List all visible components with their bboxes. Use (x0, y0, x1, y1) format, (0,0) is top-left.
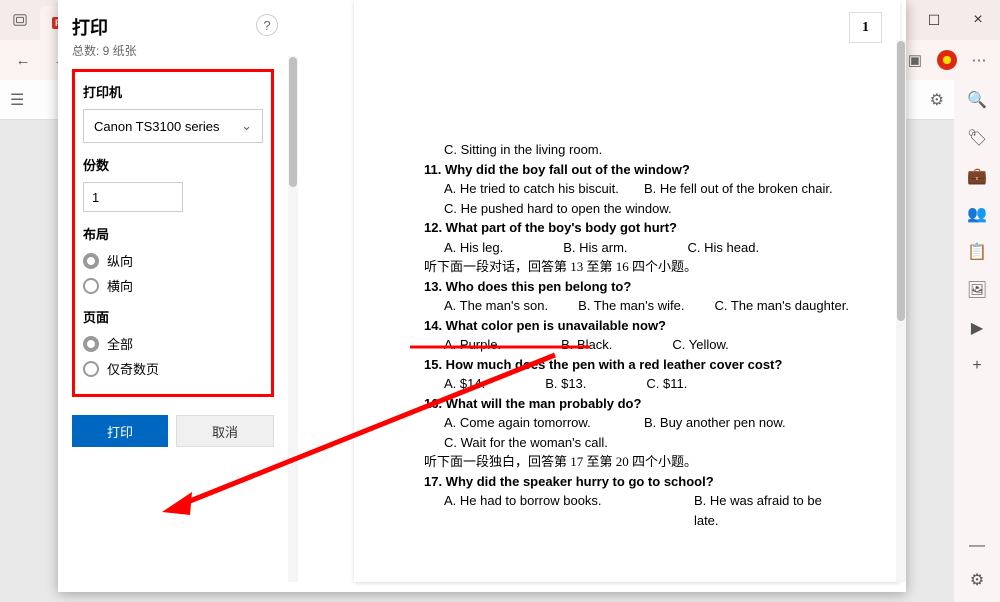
chevron-down-icon: ⌄ (241, 118, 252, 134)
radio-unchecked-icon (83, 361, 99, 377)
radio-checked-icon (83, 253, 99, 269)
briefcase-icon[interactable]: 💼 (965, 164, 989, 188)
printer-dropdown[interactable]: Canon TS3100 series ⌄ (83, 109, 263, 143)
close-window-button[interactable]: × (956, 0, 1000, 40)
flag-icon[interactable] (932, 45, 962, 75)
layout-portrait-radio[interactable]: 纵向 (83, 251, 263, 270)
layout-landscape-radio[interactable]: 横向 (83, 276, 263, 295)
gear-icon[interactable]: ⚙ (965, 568, 989, 592)
printer-label: 打印机 (83, 82, 263, 101)
image-icon[interactable]: 🖼 (965, 278, 989, 302)
tab-collection-icon[interactable] (0, 13, 40, 27)
dialog-title: 打印 (72, 14, 274, 40)
layout-label: 布局 (83, 224, 263, 243)
maximize-button[interactable]: ☐ (912, 0, 956, 40)
search-icon[interactable]: 🔍 (965, 88, 989, 112)
settings-icon[interactable]: ⚙ (930, 90, 944, 110)
right-sidebar: 🔍 🏷 💼 👥 📋 🖼 ▶ + — ⚙ (954, 80, 1000, 602)
highlighted-settings-box: 打印机 Canon TS3100 series ⌄ 份数 布局 纵向 横向 页面… (72, 69, 274, 397)
print-preview-page: 1 C. Sitting in the living room. 11. Why… (354, 0, 900, 582)
menu-button[interactable]: ⋯ (964, 45, 994, 75)
pages-all-radio[interactable]: 全部 (83, 334, 263, 353)
print-dialog: 打印 总数: 9 纸张 ? 打印机 Canon TS3100 series ⌄ … (58, 0, 906, 592)
sheet-count: 总数: 9 纸张 (72, 42, 274, 59)
pages-odd-radio[interactable]: 仅奇数页 (83, 359, 263, 378)
radio-unchecked-icon (83, 278, 99, 294)
people-icon[interactable]: 👥 (965, 202, 989, 226)
print-button[interactable]: 打印 (72, 415, 168, 447)
print-options-panel: 打印 总数: 9 纸张 ? 打印机 Canon TS3100 series ⌄ … (58, 0, 288, 592)
hamburger-icon[interactable]: ☰ (10, 90, 24, 110)
dialog-actions: 打印 取消 (72, 415, 274, 447)
help-button[interactable]: ? (256, 14, 278, 36)
cancel-button[interactable]: 取消 (176, 415, 274, 447)
panel-scrollbar[interactable] (288, 56, 298, 582)
page-number-badge: 1 (849, 12, 882, 43)
play-icon[interactable]: ▶ (965, 316, 989, 340)
clipboard-icon[interactable]: 📋 (965, 240, 989, 264)
printer-selected-value: Canon TS3100 series (94, 119, 220, 134)
radio-checked-icon (83, 336, 99, 352)
copies-label: 份数 (83, 155, 263, 174)
tag-icon[interactable]: 🏷 (965, 126, 989, 150)
add-icon[interactable]: + (965, 354, 989, 378)
pages-label: 页面 (83, 307, 263, 326)
copies-input[interactable] (83, 182, 183, 212)
preview-scrollbar[interactable] (896, 40, 906, 582)
back-button[interactable]: ← (6, 43, 40, 77)
collapse-icon[interactable]: — (965, 534, 989, 558)
